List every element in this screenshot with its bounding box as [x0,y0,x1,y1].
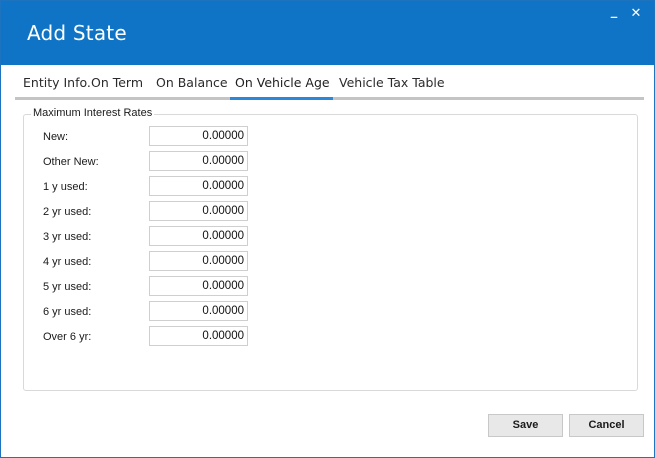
group-legend: Maximum Interest Rates [31,107,155,119]
tab-on-term[interactable]: On Term [89,71,145,98]
tab-on-vehicle-age[interactable]: On Vehicle Age [233,71,332,98]
minimize-icon[interactable]: _ [606,5,622,21]
tab-vehicle-tax-table[interactable]: Vehicle Tax Table [337,71,447,98]
5-yr-used-rate-input[interactable] [149,276,248,296]
add-state-dialog: Add State _ ✕ Entity Info. On Term On Ba… [0,0,655,458]
save-button[interactable]: Save [488,414,563,437]
label-new: New: [43,131,69,143]
tab-on-balance[interactable]: On Balance [154,71,230,98]
6-yr-used-rate-input[interactable] [149,301,248,321]
label-3-yr-used: 3 yr used: [43,231,92,243]
dialog-title: Add State [27,21,127,45]
label-4-yr-used: 4 yr used: [43,256,92,268]
3-yr-used-rate-input[interactable] [149,226,248,246]
other-new-rate-input[interactable] [149,151,248,171]
label-6-yr-used: 6 yr used: [43,306,92,318]
2-yr-used-rate-input[interactable] [149,201,248,221]
over-6-yr-rate-input[interactable] [149,326,248,346]
cancel-button[interactable]: Cancel [569,414,644,437]
max-interest-rates-group [23,114,638,391]
label-other-new: Other New: [43,156,99,168]
title-bar: Add State _ ✕ [1,1,654,65]
active-tab-indicator [230,97,333,100]
new-rate-input[interactable] [149,126,248,146]
tab-entity-info[interactable]: Entity Info. [21,71,93,98]
label-2-yr-used: 2 yr used: [43,206,92,218]
1-yr-used-rate-input[interactable] [149,176,248,196]
label-over-6-yr: Over 6 yr: [43,331,92,343]
4-yr-used-rate-input[interactable] [149,251,248,271]
close-icon[interactable]: ✕ [628,7,644,23]
label-5-yr-used: 5 yr used: [43,281,92,293]
label-1-yr-used: 1 y used: [43,181,88,193]
